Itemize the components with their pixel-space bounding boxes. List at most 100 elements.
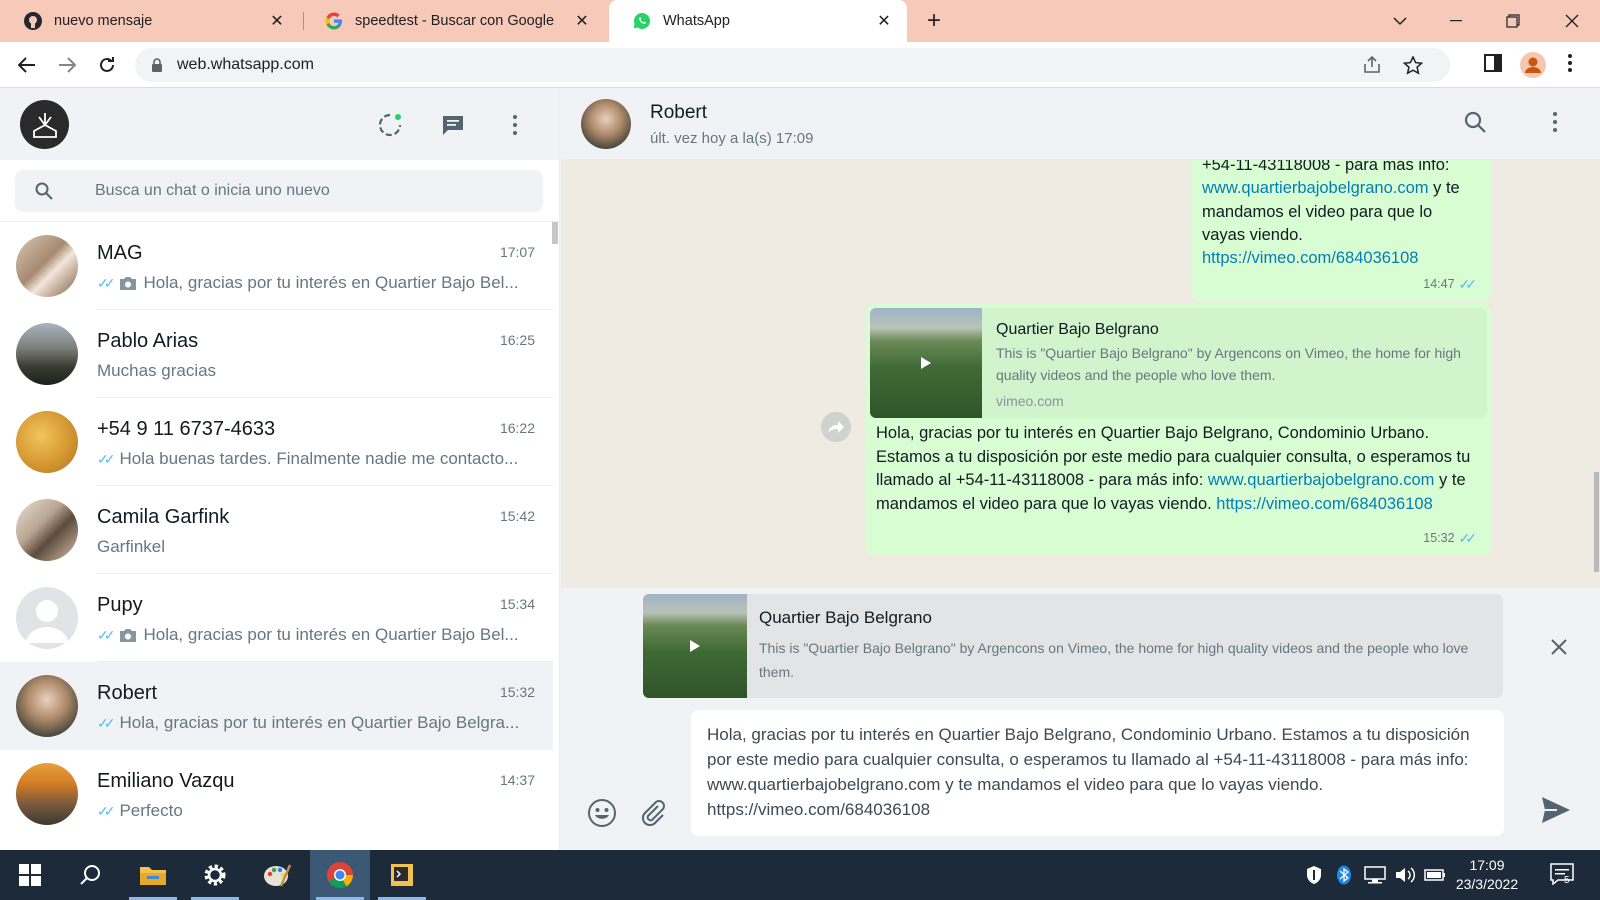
video-thumbnail — [643, 594, 747, 698]
tab-speedtest[interactable]: speedtest - Buscar con Google ✕ — [305, 0, 605, 42]
avatar — [16, 499, 78, 561]
close-tab-icon[interactable]: ✕ — [573, 11, 591, 31]
terminal-app-button[interactable] — [372, 850, 432, 900]
chat-item-pupy[interactable]: Pupy 15:34 ✓✓ Hola, gracias por tu inter… — [0, 574, 553, 662]
windows-logo-icon — [19, 864, 41, 886]
search-icon — [35, 182, 53, 205]
network-icon[interactable] — [1364, 865, 1386, 890]
forward-icon — [828, 421, 844, 433]
camera-icon — [119, 628, 137, 643]
reload-button[interactable] — [93, 51, 121, 79]
double-check-icon: ✓✓ — [97, 626, 116, 643]
send-icon[interactable] — [1541, 796, 1571, 829]
profile-avatar-icon[interactable] — [1520, 52, 1546, 83]
close-tab-icon[interactable]: ✕ — [268, 11, 286, 31]
gear-icon — [204, 864, 226, 886]
shield-icon[interactable] — [1305, 865, 1323, 890]
contact-avatar[interactable] — [581, 99, 631, 149]
message-input[interactable]: Hola, gracias por tu interés en Quartier… — [691, 710, 1504, 836]
chat-item-emiliano-vazqu[interactable]: Emiliano Vazqu 14:37 ✓✓ Perfecto — [0, 750, 553, 838]
message-link[interactable]: www.quartierbajobelgrano.com — [1208, 471, 1435, 489]
back-button[interactable] — [13, 51, 41, 79]
message-scrollbar[interactable] — [1594, 472, 1599, 572]
avatar — [16, 235, 78, 297]
lock-icon — [151, 58, 163, 77]
double-check-icon: ✓✓ — [97, 714, 116, 731]
tab-whatsapp[interactable]: WhatsApp ✕ — [609, 0, 907, 42]
message-link[interactable]: https://vimeo.com/684036108 — [1202, 247, 1418, 271]
volume-icon[interactable] — [1394, 865, 1416, 890]
chrome-icon — [327, 862, 353, 889]
outgoing-message[interactable]: +54-11-43118008 - para más info: www.qua… — [1192, 160, 1491, 302]
outgoing-message[interactable]: Quartier Bajo Belgrano This is "Quartier… — [866, 304, 1491, 556]
new-chat-button[interactable] — [438, 110, 468, 140]
conversation-menu-icon[interactable] — [1553, 112, 1557, 137]
reload-icon — [100, 57, 114, 72]
avatar — [16, 763, 78, 825]
double-check-icon: ✓✓ — [1458, 529, 1478, 546]
play-icon — [690, 640, 700, 652]
chat-item-camila-garfink[interactable]: Camila Garfink 15:42 Garfinkel — [0, 486, 553, 574]
my-profile-avatar[interactable] — [20, 100, 69, 149]
restore-button[interactable] — [1485, 0, 1541, 42]
back-arrow-icon — [18, 57, 35, 73]
chat-item-robert[interactable]: Robert 15:32 ✓✓ Hola, gracias por tu int… — [0, 662, 553, 750]
side-panel-icon[interactable] — [1484, 54, 1502, 77]
paint-app-button[interactable] — [247, 850, 307, 900]
search-messages-icon[interactable] — [1463, 110, 1487, 139]
default-avatar-icon — [16, 587, 78, 649]
tab-search-button[interactable] — [1372, 0, 1428, 42]
search-placeholder: Busca un chat o inicia uno nuevo — [95, 182, 330, 199]
attach-icon[interactable] — [639, 798, 667, 831]
video-thumbnail[interactable] — [870, 308, 982, 418]
chat-list-scrollbar[interactable] — [552, 222, 558, 244]
profile-logo-icon — [32, 112, 57, 138]
file-explorer-button[interactable] — [123, 850, 183, 900]
chat-item-mag[interactable]: MAG 17:07 ✓✓ Hola, gracias por tu interé… — [0, 222, 553, 310]
close-icon — [1551, 639, 1567, 655]
contact-name: Robert — [650, 102, 708, 123]
close-window-button[interactable] — [1544, 0, 1600, 42]
forward-message-button[interactable] — [821, 412, 851, 442]
forward-arrow-icon — [59, 57, 76, 73]
address-bar[interactable]: web.whatsapp.com — [135, 48, 1450, 82]
search-input[interactable]: Busca un chat o inicia uno nuevo — [15, 170, 543, 212]
close-tab-icon[interactable]: ✕ — [875, 11, 893, 31]
chrome-menu-icon[interactable] — [1568, 54, 1572, 77]
conversation-pane: Robert últ. vez hoy a la(s) 17:09 +54-11… — [561, 88, 1600, 850]
conversation-header[interactable]: Robert últ. vez hoy a la(s) 17:09 — [561, 88, 1600, 160]
avatar — [16, 323, 78, 385]
system-clock[interactable]: 17:09 23/3/2022 — [1450, 856, 1524, 894]
tab-separator — [303, 12, 304, 30]
start-button[interactable] — [0, 850, 60, 900]
taskbar-search-button[interactable] — [60, 850, 120, 900]
chat-item-phone-number[interactable]: +54 9 11 6737-4633 16:22 ✓✓ Hola buenas … — [0, 398, 553, 486]
forward-button[interactable] — [53, 51, 81, 79]
settings-button[interactable] — [185, 850, 245, 900]
chrome-app-button[interactable] — [310, 850, 370, 900]
link-preview-card[interactable]: Quartier Bajo Belgrano This is "Quartier… — [870, 308, 1487, 418]
new-tab-button[interactable]: + — [920, 8, 948, 36]
status-icon — [378, 113, 402, 137]
message-list: +54-11-43118008 - para más info: www.qua… — [561, 160, 1600, 588]
share-icon[interactable] — [1363, 55, 1383, 79]
tab-nuevo-mensaje[interactable]: nuevo mensaje ✕ — [0, 0, 300, 42]
sidebar-menu-button[interactable] — [500, 110, 530, 140]
battery-icon[interactable] — [1424, 865, 1446, 890]
message-link[interactable]: https://vimeo.com/684036108 — [1216, 495, 1432, 513]
emoji-icon[interactable] — [587, 798, 617, 833]
status-button[interactable] — [375, 110, 405, 140]
chat-item-pablo-arias[interactable]: Pablo Arias 16:25 Muchas gracias — [0, 310, 553, 398]
minimize-button[interactable] — [1428, 0, 1484, 42]
chat-list-pane: Busca un chat o inicia uno nuevo MAG 17:… — [0, 88, 560, 850]
message-time: 15:32 — [1423, 530, 1455, 545]
folder-icon — [140, 867, 166, 885]
clock-date: 23/3/2022 — [1455, 876, 1519, 892]
notification-center-icon[interactable]: 5 — [1550, 863, 1574, 890]
bluetooth-icon[interactable] — [1336, 865, 1352, 890]
double-check-icon: ✓✓ — [97, 274, 116, 291]
message-link[interactable]: www.quartierbajobelgrano.com — [1202, 179, 1429, 197]
bookmark-star-icon[interactable] — [1402, 55, 1424, 80]
double-check-icon: ✓✓ — [1458, 275, 1478, 292]
close-preview-button[interactable] — [1546, 634, 1572, 660]
